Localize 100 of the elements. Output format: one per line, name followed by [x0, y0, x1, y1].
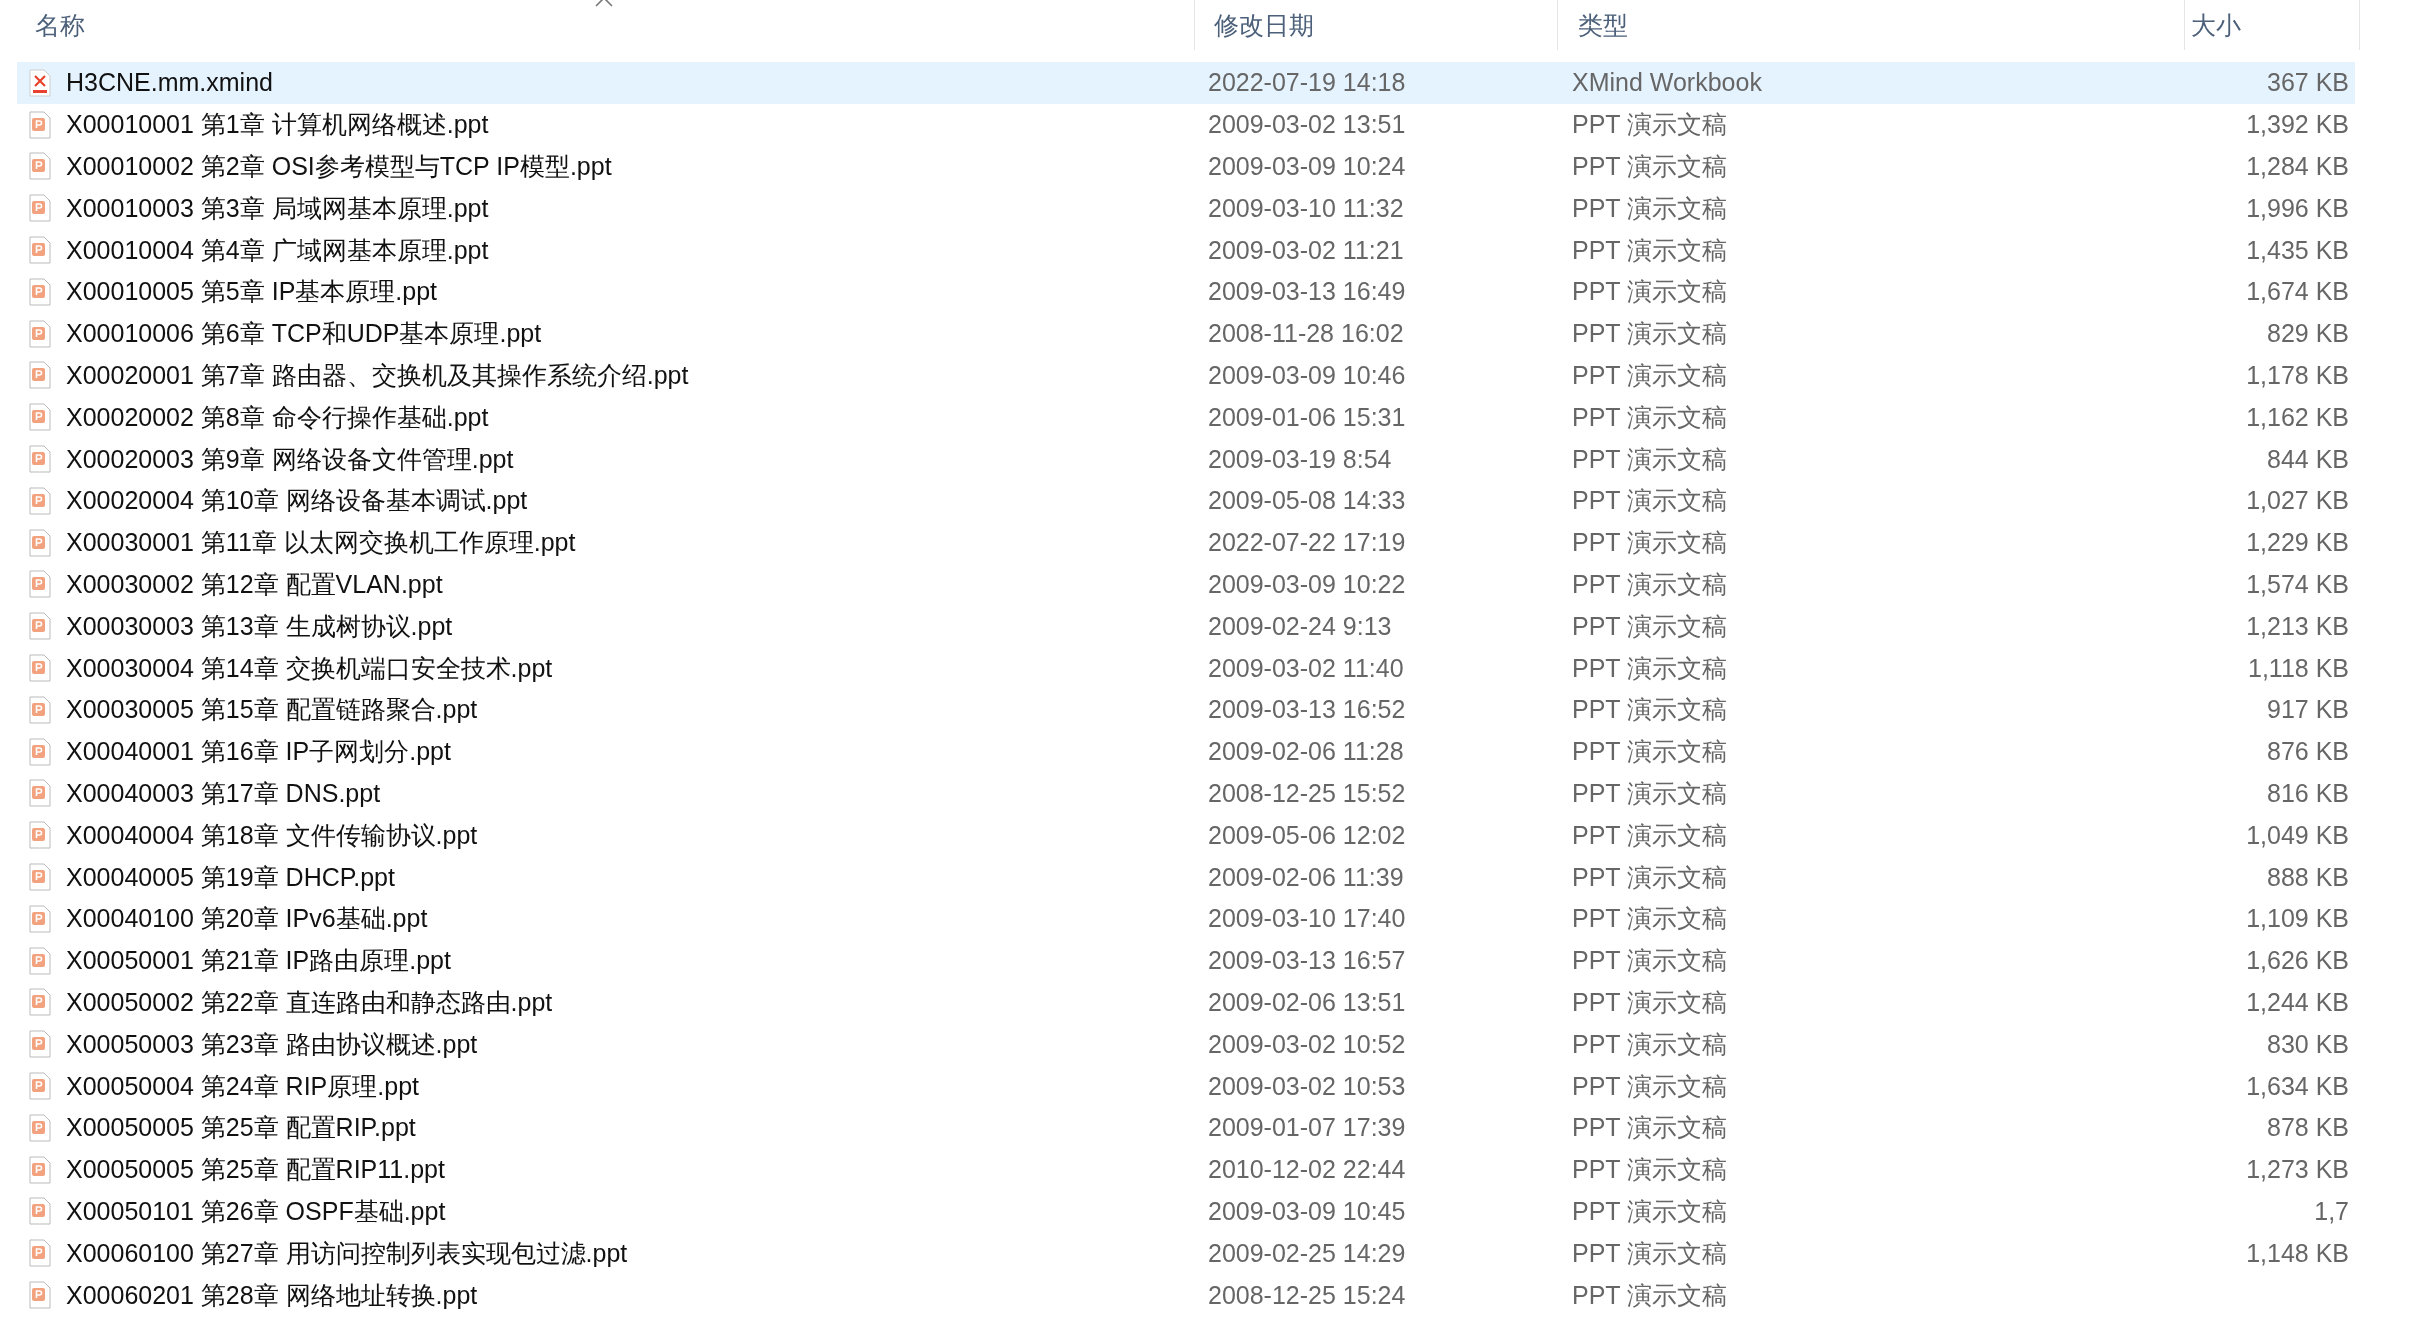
presentation-file-icon [29, 612, 51, 641]
presentation-file-icon [29, 403, 51, 432]
file-row[interactable]: X00040005 第19章 DHCP.ppt 2009-02-06 11:39 PPT 演示文稿 888 KB [17, 856, 2355, 898]
presentation-file-icon [29, 319, 51, 348]
column-header[interactable]: 修改日期 [1208, 8, 1314, 42]
file-name: X00010004 第4章 广域网基本原理.ppt [66, 234, 489, 266]
presentation-file-icon [29, 1197, 51, 1226]
modified-date: 2009-05-08 14:33 [1208, 486, 1406, 516]
file-row[interactable]: X00050003 第23章 路由协议概述.ppt 2009-03-02 10:52 PPT 演示文稿 830 KB [17, 1023, 2355, 1066]
file-type: PPT 演示文稿 [1572, 1028, 1728, 1060]
file-row[interactable]: X00020004 第10章 网络设备基本调试.ppt 2009-05-08 14:33 PPT 演示文稿 1,027 KB [17, 479, 2355, 522]
file-size: 1,674 KB [2246, 277, 2349, 307]
presentation-file-icon [29, 486, 51, 515]
file-row[interactable]: X00010005 第5章 IP基本原理.ppt 2009-03-13 16:49 PPT 演示文稿 1,674 KB [17, 271, 2355, 313]
file-row[interactable]: X00040004 第18章 文件传输协议.ppt 2009-05-06 12:02 PPT 演示文稿 1,049 KB [17, 814, 2355, 857]
file-size: 917 KB [2267, 695, 2349, 725]
file-name: X00020002 第8章 命令行操作基础.ppt [66, 401, 489, 433]
file-row[interactable]: X00050005 第25章 配置RIP11.ppt 2010-12-02 22:44 PPT 演示文稿 1,273 KB [17, 1148, 2355, 1191]
file-name: X00050003 第23章 路由协议概述.ppt [66, 1028, 478, 1060]
modified-date: 2009-02-25 14:29 [1208, 1238, 1406, 1268]
file-row[interactable]: X00010006 第6章 TCP和UDP基本原理.ppt 2008-11-28 16:02 PPT 演示文稿 829 KB [17, 312, 2355, 355]
file-name: X00050001 第21章 IP路由原理.ppt [66, 945, 451, 977]
file-row[interactable]: X00060100 第27章 用访问控制列表实现包过滤.ppt 2009-02-25 14:29 PPT 演示文稿 1,148 KB [17, 1232, 2355, 1275]
file-row[interactable]: X00020003 第9章 网络设备文件管理.ppt 2009-03-19 8:54 PPT 演示文稿 844 KB [17, 438, 2355, 480]
file-row[interactable]: X00030004 第14章 交换机端口安全技术.ppt 2009-03-02 11:40 PPT 演示文稿 1,118 KB [17, 647, 2355, 689]
modified-date: 2009-03-10 17:40 [1208, 904, 1406, 934]
file-name: X00030004 第14章 交换机端口安全技术.ppt [66, 652, 553, 684]
file-row[interactable]: X00040100 第20章 IPv6基础.ppt 2009-03-10 17:40 PPT 演示文稿 1,109 KB [17, 897, 2355, 940]
modified-date: 2008-11-28 16:02 [1208, 319, 1404, 349]
file-row[interactable]: X00030001 第11章 以太网交换机工作原理.ppt 2022-07-22 17:19 PPT 演示文稿 1,229 KB [17, 521, 2355, 564]
file-name: X00010006 第6章 TCP和UDP基本原理.ppt [66, 318, 542, 350]
modified-date: 2009-03-13 16:57 [1208, 946, 1406, 976]
file-name: X00040100 第20章 IPv6基础.ppt [66, 903, 428, 935]
file-size: 1,392 KB [2246, 110, 2349, 140]
file-row[interactable]: X00010002 第2章 OSI参考模型与TCP IP模型.ppt 2009-03-09 10:24 PPT 演示文稿 1,284 KB [17, 145, 2355, 188]
column-header[interactable]: 名称 [29, 8, 85, 42]
file-name: X00030002 第12章 配置VLAN.ppt [66, 568, 443, 600]
file-row[interactable]: X00050002 第22章 直连路由和静态路由.ppt 2009-02-06 13:51 PPT 演示文稿 1,244 KB [17, 981, 2355, 1024]
modified-date: 2009-02-06 13:51 [1208, 987, 1406, 1017]
file-name: X00060100 第27章 用访问控制列表实现包过滤.ppt [66, 1237, 628, 1269]
presentation-file-icon [29, 1239, 51, 1268]
modified-date: 2009-03-02 11:21 [1208, 235, 1404, 265]
file-row[interactable]: X00030002 第12章 配置VLAN.ppt 2009-03-09 10:22 PPT 演示文稿 1,574 KB [17, 563, 2355, 606]
selected-file-row[interactable]: H3CNE.mm.xmind 2022-07-19 14:18 XMind Workbook 367 KB [17, 62, 2355, 104]
file-type: PPT 演示文稿 [1572, 1237, 1728, 1269]
presentation-file-icon [29, 110, 51, 139]
file-name: X00040001 第16章 IP子网划分.ppt [66, 736, 451, 768]
file-row[interactable]: X00030005 第15章 配置链路聚合.ppt 2009-03-13 16:52 PPT 演示文稿 917 KB [17, 688, 2355, 731]
modified-date: 2009-03-09 10:22 [1208, 569, 1406, 599]
file-row[interactable]: X00040003 第17章 DNS.ppt 2008-12-25 15:52 PPT 演示文稿 816 KB [17, 772, 2355, 815]
file-row[interactable]: X00050001 第21章 IP路由原理.ppt 2009-03-13 16:57 PPT 演示文稿 1,626 KB [17, 939, 2355, 982]
file-type: PPT 演示文稿 [1572, 1279, 1728, 1311]
modified-date: 2008-12-25 15:52 [1208, 778, 1406, 808]
modified-date: 2022-07-19 14:18 [1208, 68, 1406, 98]
file-type: PPT 演示文稿 [1572, 1154, 1728, 1186]
file-row[interactable]: X00010004 第4章 广域网基本原理.ppt 2009-03-02 11:21 PPT 演示文稿 1,435 KB [17, 229, 2355, 271]
file-row[interactable]: X00020002 第8章 命令行操作基础.ppt 2009-01-06 15:31 PPT 演示文稿 1,162 KB [17, 396, 2355, 439]
file-size: 1,229 KB [2246, 528, 2349, 558]
file-size: 1,118 KB [2248, 653, 2349, 683]
file-size: 816 KB [2267, 778, 2349, 808]
file-row[interactable]: X00050004 第24章 RIP原理.ppt 2009-03-02 10:53 PPT 演示文稿 1,634 KB [17, 1065, 2355, 1107]
file-type: PPT 演示文稿 [1572, 945, 1728, 977]
file-name: X00010002 第2章 OSI参考模型与TCP IP模型.ppt [66, 151, 612, 182]
presentation-file-icon [29, 737, 51, 766]
file-name: X00030001 第11章 以太网交换机工作原理.ppt [66, 527, 576, 559]
file-size: 1,162 KB [2246, 402, 2349, 432]
presentation-file-icon [29, 528, 51, 557]
file-row[interactable]: X00040001 第16章 IP子网划分.ppt 2009-02-06 11:28 PPT 演示文稿 876 KB [17, 730, 2355, 773]
file-size: 1,7 [2314, 1196, 2349, 1226]
file-row[interactable]: X00060201 第28章 网络地址转换.ppt 2008-12-25 15:24 PPT 演示文稿 [17, 1274, 2355, 1316]
modified-date: 2009-02-24 9:13 [1208, 611, 1392, 641]
modified-date: 2009-03-09 10:45 [1208, 1196, 1406, 1226]
file-name: X00020003 第9章 网络设备文件管理.ppt [66, 443, 514, 475]
file-name: X00010001 第1章 计算机网络概述.ppt [66, 109, 489, 141]
file-type: PPT 演示文稿 [1572, 1112, 1728, 1144]
file-name: X00040004 第18章 文件传输协议.ppt [66, 819, 478, 851]
file-row[interactable]: X00010003 第3章 局域网基本原理.ppt 2009-03-10 11:32 PPT 演示文稿 1,996 KB [17, 187, 2355, 230]
file-row[interactable]: X00050101 第26章 OSPF基础.ppt 2009-03-09 10:45 PPT 演示文稿 1,7 [17, 1190, 2355, 1233]
presentation-file-icon [29, 194, 51, 223]
file-name: X00060201 第28章 网络地址转换.ppt [66, 1279, 478, 1311]
file-type: PPT 演示文稿 [1572, 234, 1728, 266]
file-row[interactable]: X00050005 第25章 配置RIP.ppt 2009-01-07 17:39 PPT 演示文稿 878 KB [17, 1106, 2355, 1149]
file-row[interactable]: X00030003 第13章 生成树协议.ppt 2009-02-24 9:13 PPT 演示文稿 1,213 KB [17, 605, 2355, 648]
presentation-file-icon [29, 1072, 51, 1100]
file-row[interactable]: X00020001 第7章 路由器、交换机及其操作系统介绍.ppt 2009-03-09 10:46 PPT 演示文稿 1,178 KB [17, 354, 2355, 397]
file-name: H3CNE.mm.xmind [66, 68, 273, 98]
file-size: 1,244 KB [2246, 987, 2349, 1017]
file-type: PPT 演示文稿 [1572, 1070, 1728, 1102]
presentation-file-icon [29, 863, 51, 892]
file-type: PPT 演示文稿 [1572, 443, 1728, 475]
presentation-file-icon [29, 236, 51, 265]
modified-date: 2009-03-09 10:24 [1208, 152, 1406, 181]
file-name: X00030005 第15章 配置链路聚合.ppt [66, 694, 478, 726]
modified-date: 2008-12-25 15:24 [1208, 1280, 1406, 1310]
modified-date: 2009-03-13 16:52 [1208, 695, 1406, 725]
file-size: 844 KB [2267, 444, 2349, 474]
column-header[interactable]: 大小 [2185, 8, 2241, 42]
column-header[interactable]: 类型 [1572, 8, 1628, 42]
file-type: PPT 演示文稿 [1572, 694, 1728, 726]
file-row[interactable]: X00010001 第1章 计算机网络概述.ppt 2009-03-02 13:51 PPT 演示文稿 1,392 KB [17, 103, 2355, 146]
